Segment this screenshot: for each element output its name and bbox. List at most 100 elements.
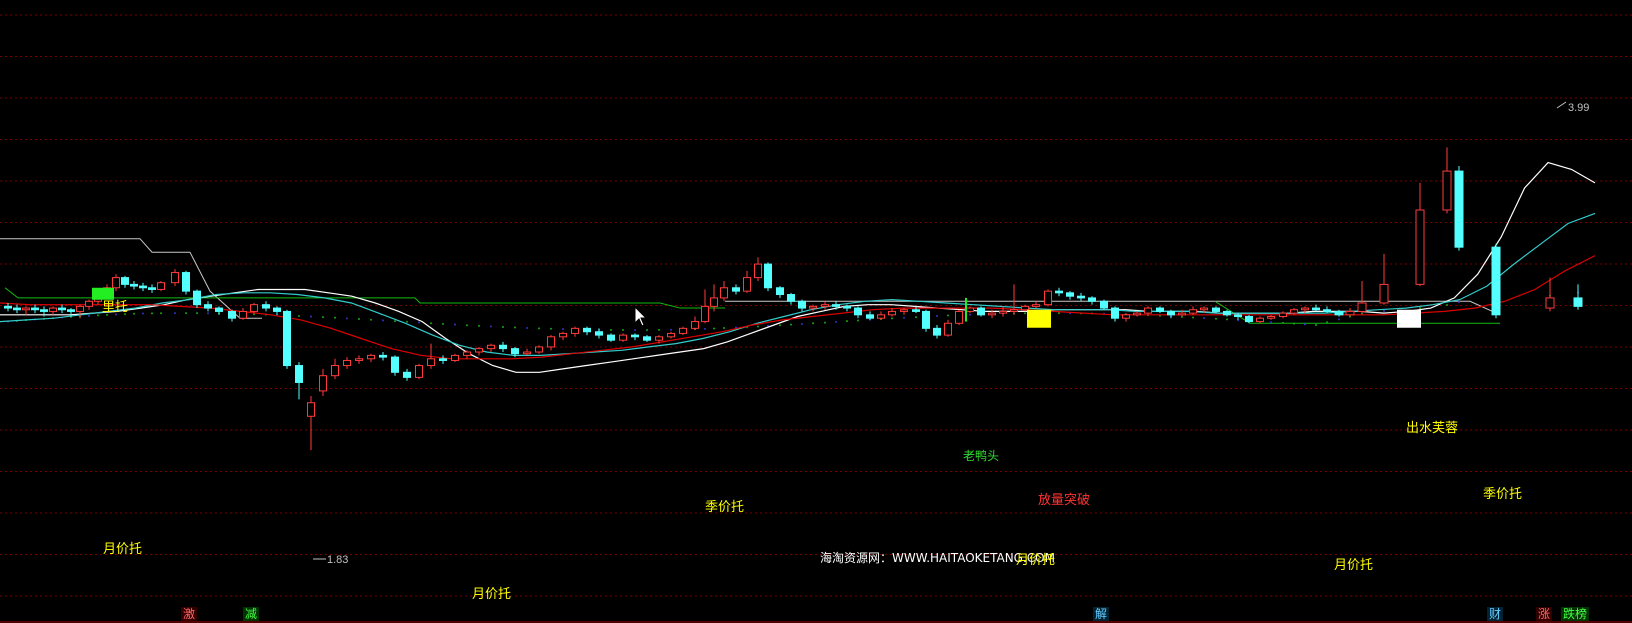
candle-body	[427, 358, 435, 367]
candle-body	[463, 351, 471, 356]
moving-average-line	[0, 161, 1596, 373]
indicator-dot	[723, 327, 725, 330]
candle-body	[619, 334, 627, 341]
moving-average-line	[0, 255, 1596, 360]
candle-body	[1415, 209, 1425, 285]
indicator-dot	[466, 324, 468, 327]
yue-jia-tuo-label-2: 月价托	[472, 587, 512, 602]
yue-jia-tuo-label-4: 月价托	[1334, 558, 1374, 573]
candle-body	[1345, 310, 1355, 316]
candle-body	[1021, 305, 1029, 311]
candle-body	[273, 307, 281, 312]
indicator-dot	[478, 324, 480, 327]
indicator-dot	[1192, 316, 1194, 319]
indicator-dot	[538, 327, 540, 330]
moving-average-line	[0, 212, 1596, 356]
badge-ji[interactable]: 激	[181, 607, 198, 621]
candle-body	[1077, 295, 1085, 299]
badge-cai[interactable]: 财	[1487, 607, 1504, 621]
badge-zhang[interactable]: 涨	[1536, 607, 1553, 621]
candle-body	[1545, 297, 1555, 309]
candle-body	[732, 287, 740, 292]
candle-body	[1312, 307, 1320, 311]
candle-body	[112, 277, 120, 289]
candlesticks	[4, 147, 1583, 451]
indicator-dot	[88, 314, 90, 317]
indicator-dot	[824, 321, 826, 324]
indicator-dot	[704, 327, 706, 330]
candle-body	[76, 305, 84, 312]
indicator-dot	[634, 329, 636, 332]
indicator-dot	[185, 312, 187, 315]
candle-body	[977, 307, 985, 316]
indicator-dot	[891, 317, 893, 320]
candle-body	[1223, 310, 1231, 316]
candle-body	[547, 336, 555, 348]
candle-body	[832, 304, 840, 307]
candle-body	[283, 310, 291, 367]
candle-body	[67, 309, 75, 312]
ji-jia-tuo-label-2: 季价托	[1483, 487, 1523, 502]
candle-body	[667, 332, 675, 338]
indicator-dot	[610, 328, 612, 331]
indicator-dot	[658, 328, 660, 331]
indicator-dot	[430, 322, 432, 325]
indicator-dot	[835, 320, 837, 323]
indicator-dot	[1326, 321, 1328, 324]
candle-body	[933, 327, 941, 336]
candle-body	[391, 356, 399, 373]
indicator-dot	[370, 318, 372, 321]
indicator-dot	[915, 316, 917, 319]
indicator-dot	[133, 312, 135, 315]
candle-body	[691, 321, 699, 329]
candle-body	[85, 300, 93, 307]
candle-body	[607, 334, 615, 341]
candle-body	[701, 305, 709, 323]
indicator-dot	[418, 321, 420, 324]
candle-body	[944, 322, 952, 336]
candle-body	[250, 304, 258, 312]
badge-die-bang[interactable]: 跌榜	[1561, 607, 1590, 621]
candle-body	[1267, 316, 1275, 319]
candle-body	[1573, 297, 1583, 307]
indicator-dot	[622, 329, 624, 332]
indicator-dot	[142, 312, 144, 315]
indicator-dot	[454, 323, 456, 326]
candle-body	[49, 307, 57, 312]
candle-body	[1010, 309, 1018, 312]
lao-ya-tou-label: 老鸭头	[963, 449, 1000, 463]
indicator-dot	[322, 316, 324, 319]
badge-jie[interactable]: 解	[1093, 607, 1110, 621]
indicator-dot	[670, 328, 672, 331]
indicator-dot	[857, 319, 859, 322]
indicator-dot	[1383, 309, 1385, 312]
candle-body	[1122, 314, 1130, 319]
indicator-dot	[757, 325, 759, 328]
candle-body	[487, 344, 495, 350]
candle-body	[988, 312, 996, 316]
high-price-label: 3.99	[1568, 102, 1589, 114]
candle-body	[58, 307, 66, 311]
candle-body	[403, 371, 411, 378]
indicator-dot	[514, 326, 516, 329]
indicator-dot	[174, 312, 176, 315]
candle-body	[1189, 309, 1197, 314]
indicator-dot	[160, 312, 162, 315]
indicator-dot	[1315, 323, 1317, 326]
candle-body	[900, 309, 908, 312]
candle-body	[1212, 307, 1220, 312]
indicator-dot	[812, 322, 814, 325]
indicator-dot	[846, 320, 848, 323]
candle-body	[523, 351, 531, 355]
candle-body	[1491, 246, 1501, 316]
candle-body	[866, 314, 874, 319]
candle-body	[1088, 297, 1096, 302]
candle-body	[139, 285, 147, 289]
candle-body	[1200, 307, 1208, 311]
candle-body	[1178, 312, 1186, 316]
indicator-dot	[903, 316, 905, 319]
badge-jian[interactable]: 减	[243, 607, 260, 621]
li-tuo-label: 里托	[102, 300, 129, 315]
candle-body	[764, 263, 772, 289]
high-price-arrow	[1556, 101, 1567, 109]
